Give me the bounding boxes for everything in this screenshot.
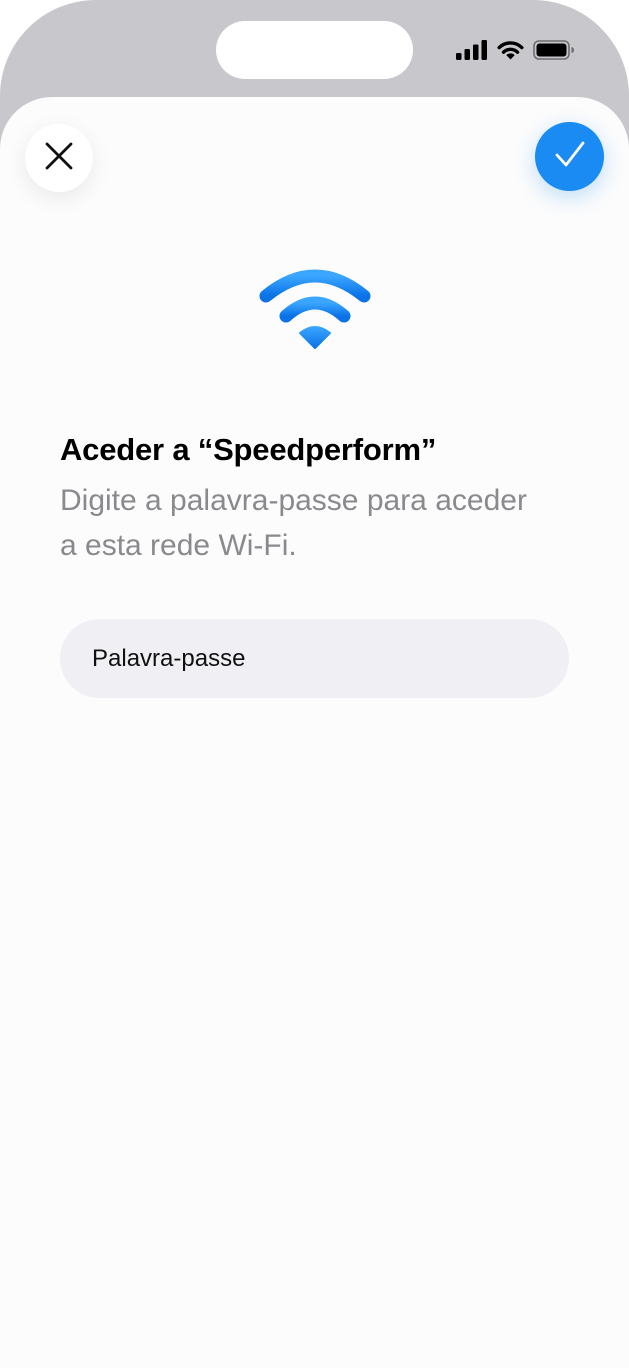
checkmark-icon bbox=[554, 140, 586, 173]
wifi-icon bbox=[497, 40, 524, 60]
password-input[interactable] bbox=[60, 619, 569, 698]
dynamic-island bbox=[216, 21, 413, 79]
wifi-hero-icon bbox=[258, 266, 372, 350]
close-button[interactable] bbox=[25, 124, 93, 192]
battery-icon bbox=[533, 40, 575, 60]
close-icon bbox=[45, 142, 73, 175]
confirm-button[interactable] bbox=[535, 122, 604, 191]
network-subtitle: Digite a palavra-passe para aceder a est… bbox=[60, 484, 527, 562]
cellular-signal-icon bbox=[456, 40, 488, 60]
network-title: Aceder a “Speedperform” bbox=[60, 432, 437, 467]
device-frame: Aceder a “Speedperform” Digite a palavra… bbox=[0, 0, 629, 1368]
status-bar-icons bbox=[456, 38, 575, 62]
